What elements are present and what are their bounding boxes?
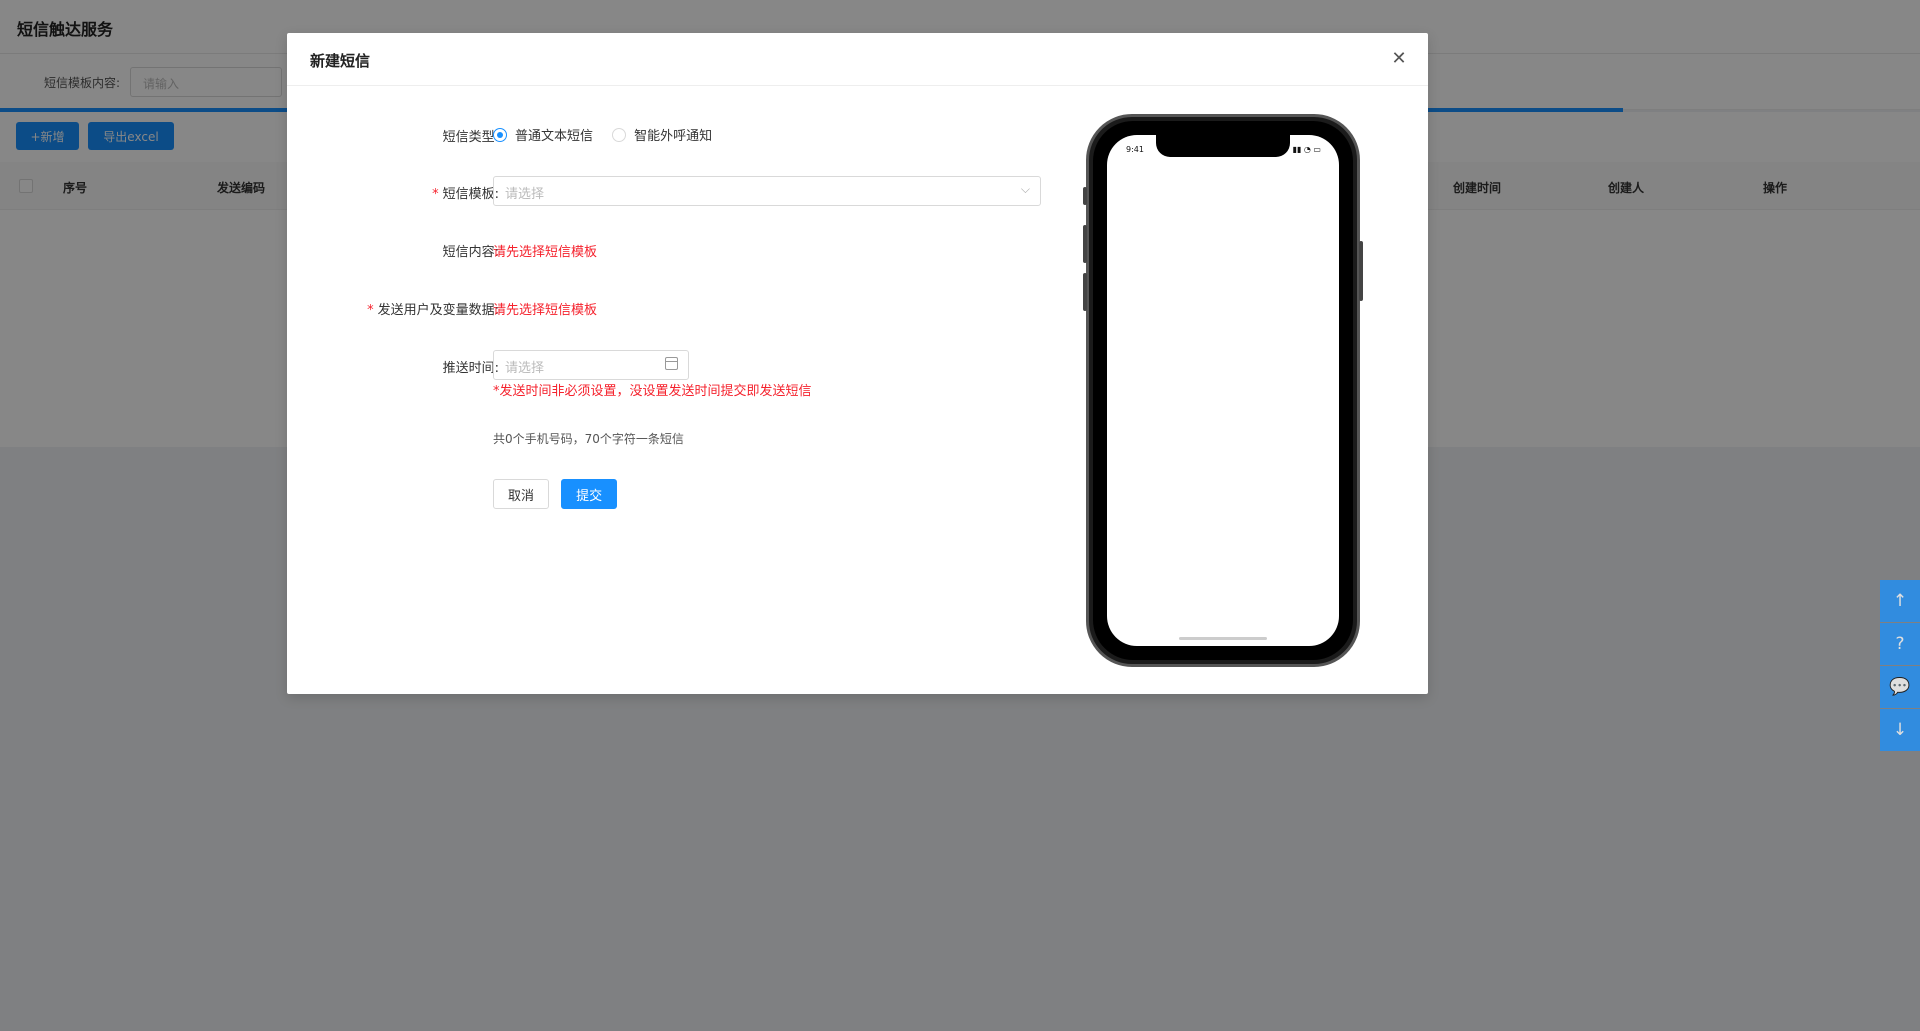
- close-icon[interactable]: ✕: [1388, 48, 1410, 70]
- phone-notch: [1156, 135, 1290, 157]
- template-select-box[interactable]: 请选择 ⌵: [493, 176, 1041, 206]
- form-actions: 取消 提交: [493, 479, 624, 509]
- content-label: 短信内容:: [442, 245, 499, 260]
- arrow-up-icon[interactable]: ↑: [1880, 580, 1920, 622]
- form-row-actions: 取消 提交: [287, 479, 1067, 511]
- phone-mute-switch: [1083, 187, 1087, 205]
- radio-checked-icon: [493, 127, 507, 142]
- template-placeholder: 请选择: [505, 187, 545, 202]
- phone-volume-up: [1083, 225, 1087, 263]
- submit-button[interactable]: 提交: [561, 479, 618, 509]
- template-label-text: 短信模板:: [442, 187, 499, 202]
- date-input[interactable]: 请选择: [493, 350, 689, 380]
- sms-type-radio-group: 普通文本短信 智能外呼通知: [493, 125, 726, 146]
- push-time-note: *发送时间非必须设置，没设置发送时间提交即发送短信: [493, 384, 812, 399]
- radio-unchecked-icon: [612, 127, 627, 142]
- chat-icon[interactable]: 💬: [1880, 666, 1920, 708]
- new-sms-modal: 新建短信 ✕ 短信类型: 普通文本短信 智能外呼通知 * 短信模板: 请选择 ⌵ …: [287, 33, 1428, 694]
- users-value: 请先选择短信模板: [493, 303, 598, 318]
- radio-label: 普通文本短信: [515, 129, 594, 144]
- phone-volume-down: [1083, 273, 1087, 311]
- phone-status-time: 9:41: [1126, 145, 1144, 154]
- date-placeholder: 请选择: [505, 361, 545, 376]
- modal-header: 新建短信 ✕: [287, 33, 1428, 86]
- required-mark: *: [367, 303, 374, 318]
- sms-summary-text: 共0个手机号码，70个字符一条短信: [493, 432, 684, 446]
- calendar-icon: [665, 357, 678, 370]
- cancel-button[interactable]: 取消: [493, 479, 550, 509]
- form-row-users: * 发送用户及变量数据: 请先选择短信模板: [287, 297, 1067, 319]
- users-label-text: 发送用户及变量数据:: [377, 303, 499, 318]
- form-row-sms-type: 短信类型: 普通文本短信 智能外呼通知: [287, 123, 1067, 145]
- arrow-down-icon[interactable]: ↓: [1880, 709, 1920, 751]
- help-icon[interactable]: ?: [1880, 623, 1920, 665]
- form-row-template: * 短信模板: 请选择 ⌵: [287, 176, 1067, 206]
- phone-preview: 9:41 ▮▮ ◔ ▭: [1083, 114, 1363, 667]
- floating-toolbar: ↑ ? 💬 ↓: [1880, 580, 1920, 752]
- phone-bezel: 9:41 ▮▮ ◔ ▭: [1093, 121, 1353, 660]
- modal-title: 新建短信: [310, 52, 371, 70]
- radio-plain-text-sms[interactable]: 普通文本短信: [493, 125, 593, 144]
- battery-icon: ▮▮ ◔ ▭: [1292, 145, 1321, 154]
- phone-screen: 9:41 ▮▮ ◔ ▭: [1107, 135, 1339, 646]
- push-time-label: 推送时间:: [442, 361, 499, 376]
- content-value: 请先选择短信模板: [493, 245, 598, 260]
- template-label: * 短信模板:: [432, 183, 499, 202]
- chevron-down-icon: ⌵: [1020, 182, 1030, 196]
- push-time-picker[interactable]: 请选择: [493, 350, 689, 380]
- radio-smart-call-notice[interactable]: 智能外呼通知: [612, 125, 712, 144]
- form-row-push-time: 推送时间: 请选择 *发送时间非必须设置，没设置发送时间提交即发送短信: [287, 350, 1067, 406]
- form-row-content: 短信内容: 请先选择短信模板: [287, 239, 1067, 261]
- sms-type-label: 短信类型:: [442, 130, 499, 145]
- users-label: * 发送用户及变量数据:: [367, 299, 499, 318]
- template-select[interactable]: 请选择 ⌵: [493, 176, 1041, 206]
- phone-home-indicator: [1179, 637, 1267, 640]
- required-mark: *: [432, 187, 439, 202]
- phone-power-button: [1359, 241, 1363, 301]
- form-row-summary: 共0个手机号码，70个字符一条短信: [287, 430, 1067, 450]
- radio-label: 智能外呼通知: [634, 129, 713, 144]
